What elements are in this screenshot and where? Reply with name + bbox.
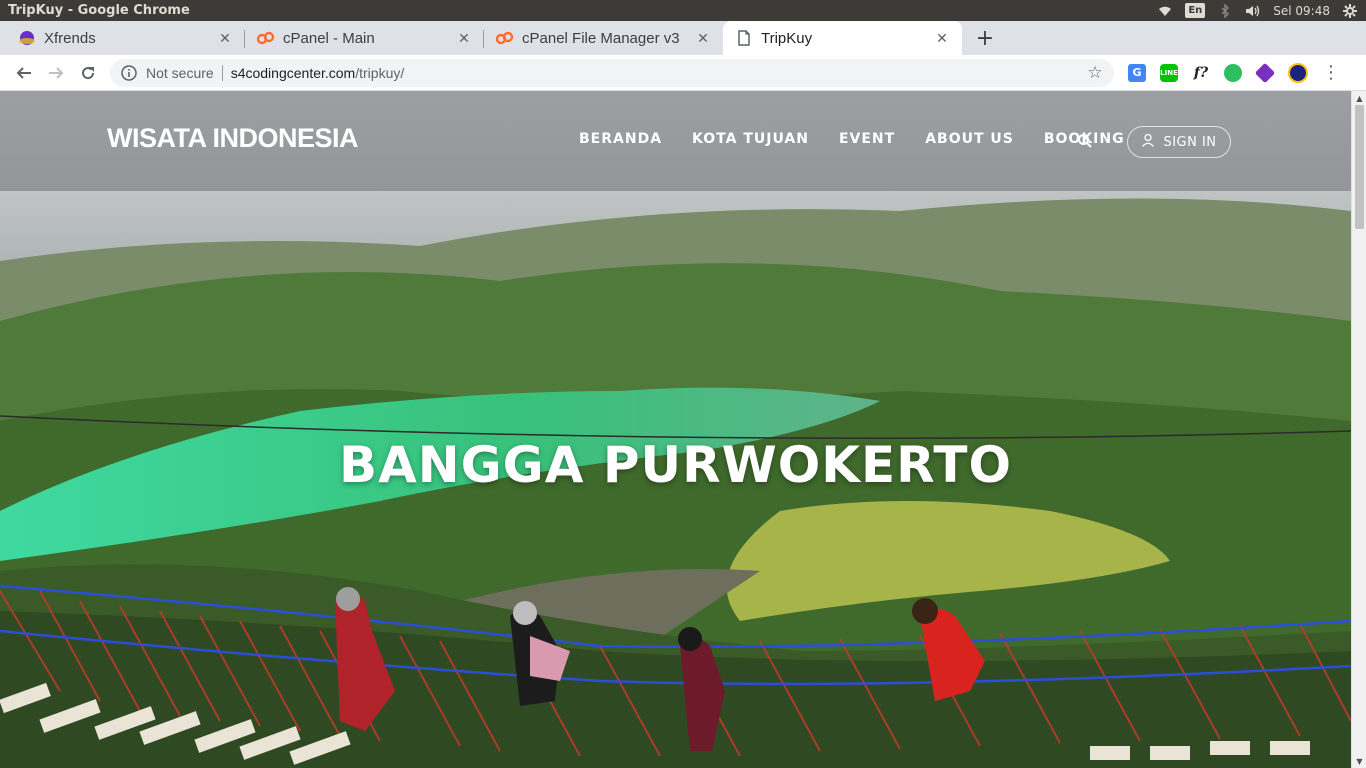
scrollbar-thumb[interactable]	[1355, 105, 1364, 229]
clock[interactable]: Sel 09:48	[1273, 4, 1330, 18]
extensions: G LINE f?	[1128, 62, 1308, 83]
tab-cpanel-file-manager[interactable]: cPanel File Manager v3 ✕	[484, 21, 723, 55]
fonts-ninja-icon[interactable]: f?	[1192, 64, 1210, 82]
bluetooth-icon[interactable]	[1217, 3, 1233, 18]
system-tray: En Sel 09:48	[1157, 3, 1358, 18]
wifi-icon[interactable]	[1157, 4, 1173, 18]
tab-title: Xfrends	[44, 29, 96, 47]
tab-title: cPanel - Main	[283, 29, 375, 47]
url-divider	[221, 64, 223, 81]
scroll-up-arrow-icon[interactable]: ▲	[1352, 91, 1366, 105]
cpanel-favicon	[496, 29, 514, 47]
close-icon[interactable]: ✕	[456, 30, 472, 46]
scroll-down-arrow-icon[interactable]: ▼	[1352, 754, 1366, 768]
menu-item-about-us[interactable]: ABOUT US	[925, 131, 1014, 147]
search-icon[interactable]	[1077, 133, 1093, 149]
tab-title: TripKuy	[761, 29, 813, 47]
evernote-icon[interactable]	[1224, 63, 1242, 82]
cpanel-favicon	[257, 29, 275, 47]
close-icon[interactable]: ✕	[217, 30, 233, 46]
security-status[interactable]: Not secure	[146, 65, 214, 81]
sign-in-button[interactable]: SIGN IN	[1127, 126, 1231, 158]
document-icon	[735, 29, 753, 47]
page-scrollbar[interactable]: ▲ ▼	[1351, 91, 1366, 768]
menu-item-kota-tujuan[interactable]: KOTA TUJUAN	[692, 131, 809, 147]
page-viewport: WISATA INDONESIA BERANDA KOTA TUJUAN EVE…	[0, 91, 1366, 768]
tab-xfrends[interactable]: Xfrends ✕	[6, 21, 245, 55]
menu-item-event[interactable]: EVENT	[839, 131, 895, 147]
purple-cube-extension-icon[interactable]	[1254, 62, 1276, 83]
gear-icon[interactable]	[1342, 3, 1358, 18]
window-title: TripKuy - Google Chrome	[8, 3, 190, 18]
new-tab-button[interactable]: +	[968, 21, 1002, 55]
info-icon[interactable]	[120, 64, 138, 82]
reload-button[interactable]	[72, 57, 104, 89]
url-host: s4codingcenter.com	[230, 64, 356, 81]
user-icon	[1141, 133, 1155, 151]
site-navbar: WISATA INDONESIA BERANDA KOTA TUJUAN EVE…	[0, 91, 1351, 191]
menu-item-beranda[interactable]: BERANDA	[579, 131, 662, 147]
tab-strip: Xfrends ✕ cPanel - Main ✕ cPanel File Ma…	[0, 21, 1366, 55]
hero-background-image	[0, 91, 1351, 768]
tab-title: cPanel File Manager v3	[522, 29, 680, 47]
sign-in-label: SIGN IN	[1163, 134, 1217, 150]
browser-toolbar: Not secure s4codingcenter.com/tripkuy/ ☆…	[0, 55, 1366, 91]
tab-cpanel-main[interactable]: cPanel - Main ✕	[245, 21, 484, 55]
forward-button[interactable]	[40, 57, 72, 89]
os-top-bar: TripKuy - Google Chrome En Sel 09:48	[0, 0, 1366, 21]
hero-headline: BANGGA PURWOKERTO	[338, 436, 1012, 494]
google-translate-icon[interactable]: G	[1128, 63, 1146, 82]
address-bar[interactable]: Not secure s4codingcenter.com/tripkuy/ ☆	[110, 58, 1114, 87]
chrome-menu-icon[interactable]: ⋮	[1322, 62, 1340, 83]
main-menu: BERANDA KOTA TUJUAN EVENT ABOUT US BOOKI…	[579, 131, 1125, 147]
volume-icon[interactable]	[1245, 4, 1261, 18]
close-icon[interactable]: ✕	[934, 30, 950, 46]
url-path: /tripkuy/	[355, 64, 405, 81]
profile-avatar[interactable]	[1288, 62, 1308, 83]
keyboard-layout-indicator[interactable]: En	[1185, 3, 1206, 18]
site-brand-logo[interactable]: WISATA INDONESIA	[107, 123, 359, 154]
back-button[interactable]	[8, 57, 40, 89]
close-icon[interactable]: ✕	[695, 30, 711, 46]
line-icon[interactable]: LINE	[1160, 63, 1178, 82]
hero-section: WISATA INDONESIA BERANDA KOTA TUJUAN EVE…	[0, 91, 1351, 768]
bookmark-star-icon[interactable]: ☆	[1086, 63, 1104, 82]
xfrends-favicon	[18, 29, 36, 47]
tab-tripkuy[interactable]: TripKuy ✕	[723, 21, 962, 55]
